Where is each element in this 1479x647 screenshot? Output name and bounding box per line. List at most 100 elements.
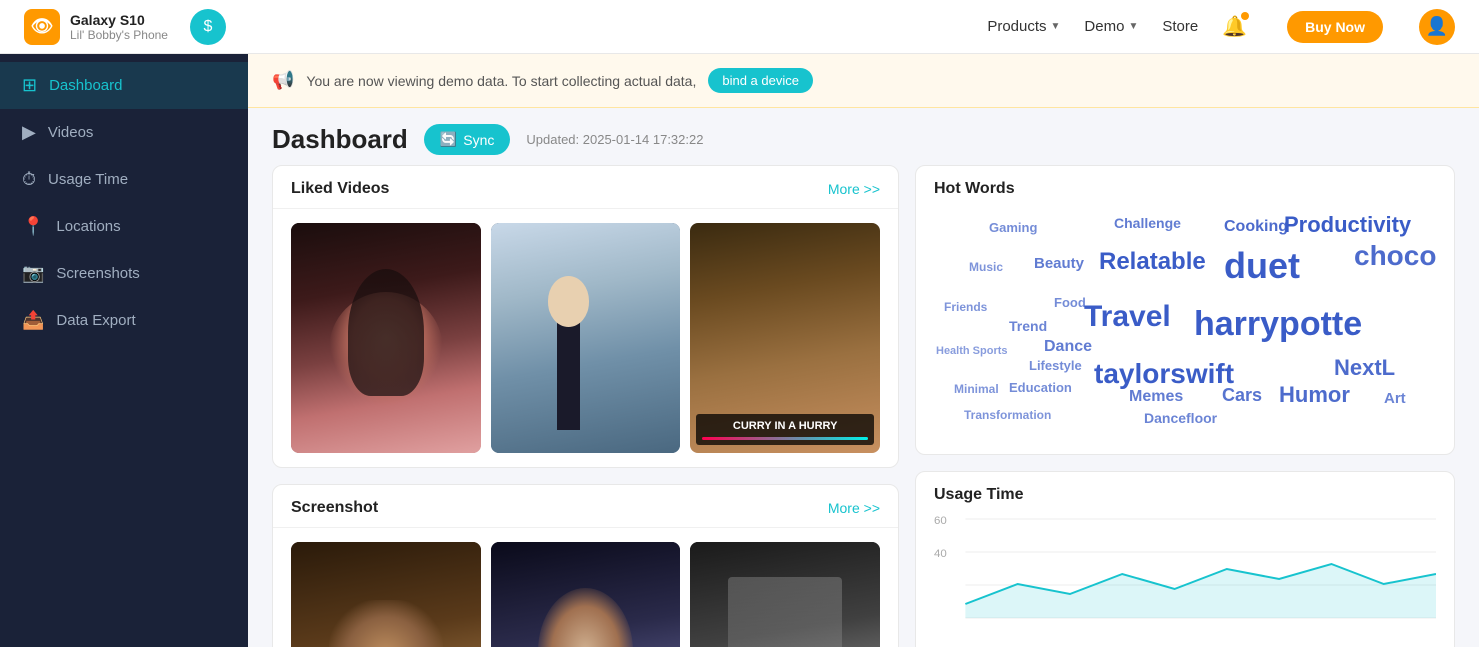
word-transformation: Transformation: [964, 408, 1051, 422]
right-column: Hot Words Gaming Challenge CookingProducti…: [915, 165, 1455, 647]
word-food: Food: [1054, 295, 1086, 310]
word-friends: Friends: [944, 300, 987, 314]
word-dancefloor: Dancefloor: [1144, 410, 1217, 426]
usage-time-card: Usage Time 60 40: [915, 471, 1455, 647]
word-nextl: NextL: [1334, 355, 1395, 381]
sidebar-label-usage-time: Usage Time: [48, 171, 128, 188]
liked-videos-more[interactable]: More >>: [828, 181, 880, 197]
video-grid: CURRY IN A HURRY: [291, 223, 880, 453]
banner-message: You are now viewing demo data. To start …: [306, 73, 696, 89]
sidebar-label-locations: Locations: [56, 218, 120, 235]
balance-icon[interactable]: $: [190, 9, 226, 45]
sidebar-label-dashboard: Dashboard: [49, 77, 122, 94]
screenshot-thumb-2[interactable]: [491, 542, 681, 647]
top-nav: 👁 Galaxy S10 Lil' Bobby's Phone $ Produc…: [0, 0, 1479, 54]
word-duet: duet: [1224, 245, 1300, 287]
word-trend: Trend: [1009, 318, 1047, 334]
word-choco: choco: [1354, 240, 1436, 272]
word-dance: Dance: [1044, 338, 1092, 356]
sidebar-label-videos: Videos: [48, 124, 94, 141]
main-content: 📢 You are now viewing demo data. To star…: [248, 54, 1479, 647]
sidebar-label-screenshots: Screenshots: [56, 265, 139, 282]
usage-chart: 60 40: [934, 514, 1436, 624]
word-art: Art: [1384, 390, 1406, 407]
curry-label: CURRY IN A HURRY: [733, 420, 838, 432]
sidebar: ⊞ Dashboard ▶ Videos ⏱ Usage Time 📍 Loca…: [0, 54, 248, 647]
left-column: Liked Videos More >>: [272, 165, 899, 647]
usage-time-icon: ⏱: [22, 169, 36, 190]
word-challenge: Challenge: [1114, 215, 1181, 231]
app-body: ⊞ Dashboard ▶ Videos ⏱ Usage Time 📍 Loca…: [0, 54, 1479, 647]
device-info: Galaxy S10 Lil' Bobby's Phone: [70, 12, 168, 42]
screenshot-thumb-1[interactable]: [291, 542, 481, 647]
sync-button[interactable]: 🔄 Sync: [424, 124, 511, 155]
word-lifestyle: Lifestyle: [1029, 358, 1082, 373]
screenshot-body: [273, 528, 898, 647]
nav-demo[interactable]: Demo ▼: [1084, 18, 1138, 35]
word-cloud: Gaming Challenge CookingProductivity Music B…: [934, 210, 1436, 440]
sidebar-item-dashboard[interactable]: ⊞ Dashboard: [0, 62, 248, 109]
dashboard-header: Dashboard 🔄 Sync Updated: 2025-01-14 17:…: [248, 108, 1479, 165]
products-caret: ▼: [1051, 21, 1061, 32]
word-harrypotte: harrypotte: [1194, 305, 1362, 344]
hot-words-card: Hot Words Gaming Challenge CookingProducti…: [915, 165, 1455, 455]
video-thumb-1[interactable]: [291, 223, 481, 453]
word-health-sports: Health Sports: [936, 345, 1008, 357]
sidebar-item-screenshots[interactable]: 📷 Screenshots: [0, 250, 248, 297]
chart-area: 60 40: [934, 514, 1436, 634]
nav-links: Products ▼ Demo ▼ Store 🔔 Buy Now 👤: [987, 9, 1455, 45]
word-cooking: Cooking: [1224, 218, 1288, 236]
video-thumb-2[interactable]: [491, 223, 681, 453]
nav-products[interactable]: Products ▼: [987, 18, 1060, 35]
word-minimal: Minimal: [954, 382, 999, 396]
video-thumb-3[interactable]: CURRY IN A HURRY: [690, 223, 880, 453]
device-name: Galaxy S10: [70, 12, 168, 28]
liked-videos-header: Liked Videos More >>: [273, 166, 898, 209]
nav-store[interactable]: Store: [1162, 18, 1198, 35]
screenshot-title: Screenshot: [291, 499, 378, 517]
sidebar-item-locations[interactable]: 📍 Locations: [0, 203, 248, 250]
screenshot-thumb-3[interactable]: [690, 542, 880, 647]
demo-banner: 📢 You are now viewing demo data. To star…: [248, 54, 1479, 108]
word-relatable: Relatable: [1099, 248, 1206, 276]
liked-videos-card: Liked Videos More >>: [272, 165, 899, 468]
screenshot-card: Screenshot More >>: [272, 484, 899, 647]
dashboard-icon: ⊞: [22, 75, 37, 96]
liked-videos-title: Liked Videos: [291, 180, 389, 198]
sidebar-label-data-export: Data Export: [56, 312, 135, 329]
brand: 👁 Galaxy S10 Lil' Bobby's Phone $: [24, 9, 226, 45]
word-gaming: Gaming: [989, 220, 1037, 235]
screenshot-header: Screenshot More >>: [273, 485, 898, 528]
hot-words-title: Hot Words: [934, 180, 1436, 198]
svg-text:40: 40: [934, 548, 947, 560]
svg-text:60: 60: [934, 515, 947, 527]
sidebar-item-data-export[interactable]: 📤 Data Export: [0, 297, 248, 344]
updated-timestamp: Updated: 2025-01-14 17:32:22: [526, 132, 703, 147]
word-beauty: Beauty: [1034, 255, 1084, 272]
screenshots-icon: 📷: [22, 263, 44, 284]
bind-device-button[interactable]: bind a device: [708, 68, 813, 93]
sidebar-item-usage-time[interactable]: ⏱ Usage Time: [0, 156, 248, 203]
word-music: Music: [969, 260, 1003, 274]
word-travel: Travel: [1084, 300, 1171, 334]
word-cars: Cars: [1222, 385, 1262, 406]
brand-icon: 👁: [24, 9, 60, 45]
bell-wrapper: 🔔: [1222, 14, 1247, 39]
bell-badge: [1241, 12, 1249, 20]
buy-now-button[interactable]: Buy Now: [1287, 11, 1383, 43]
locations-icon: 📍: [22, 216, 44, 237]
word-productivity: Productivity: [1284, 212, 1411, 238]
sidebar-item-videos[interactable]: ▶ Videos: [0, 109, 248, 156]
page-title: Dashboard: [272, 124, 408, 155]
sync-label: Sync: [463, 132, 494, 148]
megaphone-icon: 📢: [272, 70, 294, 91]
word-humor: Humor: [1279, 382, 1350, 408]
dashboard-grid: Liked Videos More >>: [248, 165, 1479, 647]
data-export-icon: 📤: [22, 310, 44, 331]
screenshot-more[interactable]: More >>: [828, 500, 880, 516]
user-avatar[interactable]: 👤: [1419, 9, 1455, 45]
demo-caret: ▼: [1128, 21, 1138, 32]
word-memes: Memes: [1129, 388, 1183, 406]
videos-icon: ▶: [22, 122, 36, 143]
word-taylorswift: taylorswift: [1094, 358, 1234, 390]
